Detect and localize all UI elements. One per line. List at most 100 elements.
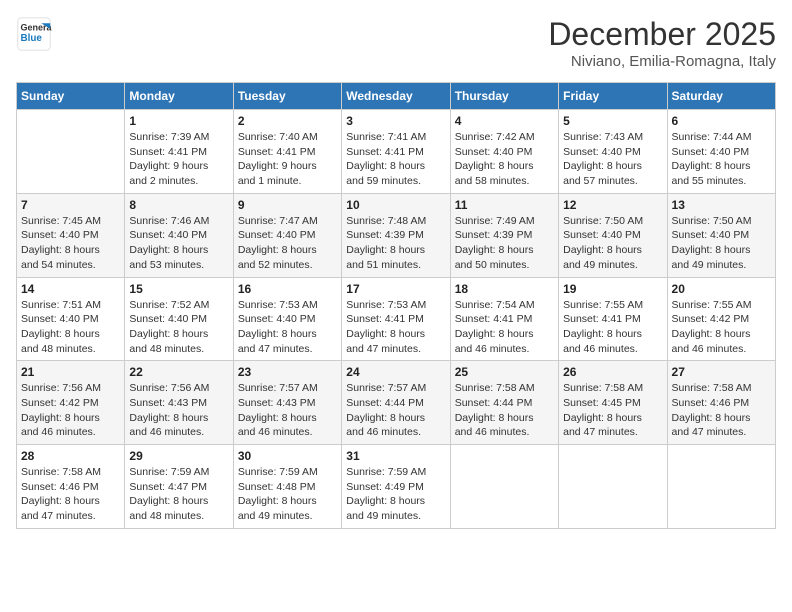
calendar-cell: 15Sunrise: 7:52 AMSunset: 4:40 PMDayligh… (125, 277, 233, 361)
day-info: Sunrise: 7:57 AMSunset: 4:43 PMDaylight:… (238, 381, 337, 440)
day-number: 22 (129, 365, 228, 379)
day-number: 24 (346, 365, 445, 379)
day-info: Sunrise: 7:55 AMSunset: 4:41 PMDaylight:… (563, 298, 662, 357)
calendar-cell (667, 445, 775, 529)
day-number: 3 (346, 114, 445, 128)
day-info: Sunrise: 7:56 AMSunset: 4:43 PMDaylight:… (129, 381, 228, 440)
title-block: December 2025 Niviano, Emilia-Romagna, I… (548, 16, 776, 70)
day-number: 19 (563, 282, 662, 296)
day-number: 7 (21, 198, 120, 212)
day-info: Sunrise: 7:40 AMSunset: 4:41 PMDaylight:… (238, 130, 337, 189)
day-info: Sunrise: 7:50 AMSunset: 4:40 PMDaylight:… (563, 214, 662, 273)
day-info: Sunrise: 7:54 AMSunset: 4:41 PMDaylight:… (455, 298, 554, 357)
day-info: Sunrise: 7:57 AMSunset: 4:44 PMDaylight:… (346, 381, 445, 440)
col-header-thursday: Thursday (450, 83, 558, 110)
day-info: Sunrise: 7:45 AMSunset: 4:40 PMDaylight:… (21, 214, 120, 273)
day-info: Sunrise: 7:56 AMSunset: 4:42 PMDaylight:… (21, 381, 120, 440)
calendar-table: SundayMondayTuesdayWednesdayThursdayFrid… (16, 82, 776, 529)
calendar-cell: 31 Sunrise: 7:59 AMSunset: 4:49 PMDayligh… (342, 445, 450, 529)
calendar-cell: 6 Sunrise: 7:44 AMSunset: 4:40 PMDaylight… (667, 110, 775, 194)
calendar-cell: 19 Sunrise: 7:55 AMSunset: 4:41 PMDayligh… (559, 277, 667, 361)
day-number: 17 (346, 282, 445, 296)
day-number: 27 (672, 365, 771, 379)
calendar-cell: 8 Sunrise: 7:46 AMSunset: 4:40 PMDaylight… (125, 193, 233, 277)
day-number: 29 (129, 449, 228, 463)
day-info: Sunrise: 7:44 AMSunset: 4:40 PMDaylight:… (672, 130, 771, 189)
day-number: 16 (238, 282, 337, 296)
calendar-cell: 30Sunrise: 7:59 AMSunset: 4:48 PMDayligh… (233, 445, 341, 529)
page-header: General Blue December 2025 Niviano, Emil… (16, 16, 776, 70)
day-info: Sunrise: 7:48 AMSunset: 4:39 PMDaylight:… (346, 214, 445, 273)
day-info: Sunrise: 7:42 AMSunset: 4:40 PMDaylight:… (455, 130, 554, 189)
logo-icon: General Blue (16, 16, 52, 52)
day-number: 30 (238, 449, 337, 463)
day-number: 2 (238, 114, 337, 128)
calendar-cell: 23 Sunrise: 7:57 AMSunset: 4:43 PMDayligh… (233, 361, 341, 445)
day-info: Sunrise: 7:52 AMSunset: 4:40 PMDaylight:… (129, 298, 228, 357)
calendar-cell: 10 Sunrise: 7:48 AMSunset: 4:39 PMDayligh… (342, 193, 450, 277)
day-number: 14 (21, 282, 120, 296)
calendar-cell: 13Sunrise: 7:50 AMSunset: 4:40 PMDayligh… (667, 193, 775, 277)
calendar-cell: 29 Sunrise: 7:59 AMSunset: 4:47 PMDayligh… (125, 445, 233, 529)
day-number: 26 (563, 365, 662, 379)
day-info: Sunrise: 7:39 AMSunset: 4:41 PMDaylight:… (129, 130, 228, 189)
calendar-cell: 27 Sunrise: 7:58 AMSunset: 4:46 PMDayligh… (667, 361, 775, 445)
day-number: 4 (455, 114, 554, 128)
calendar-cell: 18 Sunrise: 7:54 AMSunset: 4:41 PMDayligh… (450, 277, 558, 361)
day-number: 31 (346, 449, 445, 463)
day-info: Sunrise: 7:53 AMSunset: 4:40 PMDaylight:… (238, 298, 337, 357)
calendar-cell: 25 Sunrise: 7:58 AMSunset: 4:44 PMDayligh… (450, 361, 558, 445)
calendar-cell: 26 Sunrise: 7:58 AMSunset: 4:45 PMDayligh… (559, 361, 667, 445)
col-header-wednesday: Wednesday (342, 83, 450, 110)
day-number: 8 (129, 198, 228, 212)
day-number: 9 (238, 198, 337, 212)
calendar-cell: 22 Sunrise: 7:56 AMSunset: 4:43 PMDayligh… (125, 361, 233, 445)
month-title: December 2025 (548, 16, 776, 53)
col-header-saturday: Saturday (667, 83, 775, 110)
col-header-monday: Monday (125, 83, 233, 110)
day-info: Sunrise: 7:47 AMSunset: 4:40 PMDaylight:… (238, 214, 337, 273)
calendar-cell: 2 Sunrise: 7:40 AMSunset: 4:41 PMDaylight… (233, 110, 341, 194)
calendar-cell: 5Sunrise: 7:43 AMSunset: 4:40 PMDaylight… (559, 110, 667, 194)
day-info: Sunrise: 7:59 AMSunset: 4:49 PMDaylight:… (346, 465, 445, 524)
day-info: Sunrise: 7:58 AMSunset: 4:46 PMDaylight:… (672, 381, 771, 440)
day-info: Sunrise: 7:58 AMSunset: 4:45 PMDaylight:… (563, 381, 662, 440)
day-number: 1 (129, 114, 228, 128)
day-number: 10 (346, 198, 445, 212)
calendar-cell: 4 Sunrise: 7:42 AMSunset: 4:40 PMDaylight… (450, 110, 558, 194)
col-header-friday: Friday (559, 83, 667, 110)
col-header-sunday: Sunday (17, 83, 125, 110)
day-number: 6 (672, 114, 771, 128)
calendar-cell: 17Sunrise: 7:53 AMSunset: 4:41 PMDayligh… (342, 277, 450, 361)
calendar-cell: 24 Sunrise: 7:57 AMSunset: 4:44 PMDayligh… (342, 361, 450, 445)
col-header-tuesday: Tuesday (233, 83, 341, 110)
calendar-cell: 21 Sunrise: 7:56 AMSunset: 4:42 PMDayligh… (17, 361, 125, 445)
logo: General Blue (16, 16, 52, 52)
calendar-cell: 11Sunrise: 7:49 AMSunset: 4:39 PMDayligh… (450, 193, 558, 277)
day-number: 11 (455, 198, 554, 212)
calendar-cell: 20 Sunrise: 7:55 AMSunset: 4:42 PMDayligh… (667, 277, 775, 361)
location-title: Niviano, Emilia-Romagna, Italy (548, 53, 776, 70)
day-number: 23 (238, 365, 337, 379)
calendar-cell: 9 Sunrise: 7:47 AMSunset: 4:40 PMDaylight… (233, 193, 341, 277)
calendar-cell: 28 Sunrise: 7:58 AMSunset: 4:46 PMDayligh… (17, 445, 125, 529)
day-number: 25 (455, 365, 554, 379)
day-info: Sunrise: 7:51 AMSunset: 4:40 PMDaylight:… (21, 298, 120, 357)
day-number: 18 (455, 282, 554, 296)
day-info: Sunrise: 7:58 AMSunset: 4:46 PMDaylight:… (21, 465, 120, 524)
day-number: 20 (672, 282, 771, 296)
calendar-cell (559, 445, 667, 529)
day-info: Sunrise: 7:46 AMSunset: 4:40 PMDaylight:… (129, 214, 228, 273)
day-number: 28 (21, 449, 120, 463)
day-number: 13 (672, 198, 771, 212)
calendar-cell: 3Sunrise: 7:41 AMSunset: 4:41 PMDaylight… (342, 110, 450, 194)
day-number: 21 (21, 365, 120, 379)
calendar-cell: 12 Sunrise: 7:50 AMSunset: 4:40 PMDayligh… (559, 193, 667, 277)
svg-text:Blue: Blue (21, 33, 43, 44)
day-info: Sunrise: 7:58 AMSunset: 4:44 PMDaylight:… (455, 381, 554, 440)
calendar-cell: 7 Sunrise: 7:45 AMSunset: 4:40 PMDaylight… (17, 193, 125, 277)
day-info: Sunrise: 7:43 AMSunset: 4:40 PMDaylight:… (563, 130, 662, 189)
day-info: Sunrise: 7:59 AMSunset: 4:47 PMDaylight:… (129, 465, 228, 524)
day-number: 12 (563, 198, 662, 212)
day-info: Sunrise: 7:55 AMSunset: 4:42 PMDaylight:… (672, 298, 771, 357)
